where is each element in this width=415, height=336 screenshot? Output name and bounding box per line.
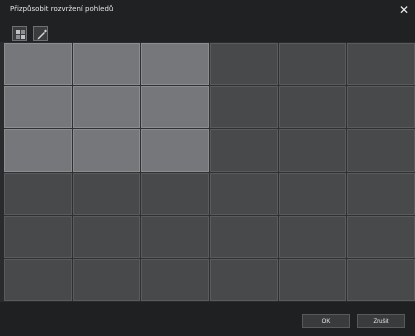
toolbar [0, 22, 415, 42]
grid-cell[interactable] [72, 215, 141, 258]
grid-cell-selected[interactable] [4, 129, 72, 172]
grid-cell[interactable] [347, 43, 415, 86]
grid-cell[interactable] [278, 43, 347, 86]
grid-cell[interactable] [347, 172, 415, 215]
grid-cell[interactable] [209, 215, 278, 258]
grid-cell-selected[interactable] [72, 43, 141, 86]
grid-cell[interactable] [209, 129, 278, 172]
grid-cell[interactable] [141, 215, 209, 258]
grid-cell[interactable] [4, 172, 72, 215]
layout-grid[interactable] [4, 43, 415, 301]
grid-cell[interactable] [4, 258, 72, 301]
grid-cell[interactable] [141, 172, 209, 215]
grid-cell[interactable] [278, 86, 347, 129]
grid-cell[interactable] [72, 172, 141, 215]
grid-cell[interactable] [347, 258, 415, 301]
grid-cell[interactable] [278, 258, 347, 301]
grid-cell-selected[interactable] [72, 129, 141, 172]
cancel-button[interactable]: Zrušit [357, 314, 405, 328]
grid-cell-selected[interactable] [141, 86, 209, 129]
grid-cell[interactable] [347, 215, 415, 258]
pencil-icon [37, 29, 47, 40]
grid-cell[interactable] [141, 258, 209, 301]
grid-cell[interactable] [347, 129, 415, 172]
layout-icon [16, 30, 25, 39]
grid-cell[interactable] [209, 43, 278, 86]
edit-tool-button[interactable] [33, 26, 48, 41]
grid-cell-selected[interactable] [4, 43, 72, 86]
layout-tool-button[interactable] [12, 26, 27, 41]
dialog-footer: OK Zrušit [0, 302, 415, 336]
grid-cell-selected[interactable] [72, 86, 141, 129]
grid-cell[interactable] [347, 86, 415, 129]
grid-cell[interactable] [278, 129, 347, 172]
layout-dialog: Přizpůsobit rozvržení pohledů ✕ OK Zruši… [0, 0, 415, 336]
grid-cell[interactable] [4, 215, 72, 258]
grid-cell[interactable] [278, 215, 347, 258]
dialog-title: Přizpůsobit rozvržení pohledů [10, 5, 114, 13]
grid-cell[interactable] [209, 258, 278, 301]
title-bar: Přizpůsobit rozvržení pohledů ✕ [0, 0, 415, 22]
grid-cell-selected[interactable] [141, 129, 209, 172]
grid-cell-selected[interactable] [141, 43, 209, 86]
grid-cell[interactable] [278, 172, 347, 215]
grid-cell[interactable] [209, 172, 278, 215]
grid-cell[interactable] [72, 258, 141, 301]
grid-cell-selected[interactable] [4, 86, 72, 129]
grid-cell[interactable] [209, 86, 278, 129]
ok-button[interactable]: OK [302, 314, 350, 328]
close-icon[interactable]: ✕ [397, 3, 411, 17]
